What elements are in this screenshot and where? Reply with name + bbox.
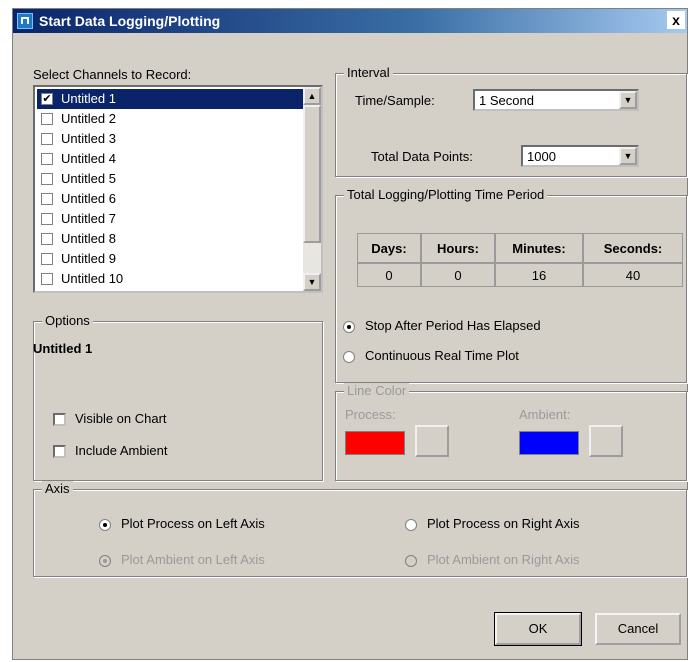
days-header: Days:	[357, 233, 421, 263]
channel-list-item[interactable]: Untitled 4	[37, 149, 303, 169]
include-ambient-checkbox[interactable]	[53, 445, 66, 458]
selected-channel-name: Untitled 1	[33, 341, 93, 356]
interval-title: Interval	[344, 65, 393, 80]
channel-list-item[interactable]: Untitled 9	[37, 249, 303, 269]
time-sample-select[interactable]: 1 Second ▼	[473, 89, 639, 111]
channels-scrollbar[interactable]: ▲ ▼	[303, 87, 321, 291]
total-points-label: Total Data Points:	[371, 149, 473, 164]
channels-listbox[interactable]: ✔ Untitled 1 Untitled 2 Untitled 3 Untitled …	[33, 85, 323, 293]
minutes-value: 16	[495, 263, 583, 287]
channel-list-item[interactable]: Untitled 7	[37, 209, 303, 229]
channel-list-item[interactable]: Untitled 3	[37, 129, 303, 149]
channel-checkbox[interactable]	[41, 193, 53, 205]
process-color-label: Process:	[345, 407, 396, 422]
ok-button[interactable]: OK	[494, 612, 582, 646]
days-value: 0	[357, 263, 421, 287]
time-period-title: Total Logging/Plotting Time Period	[344, 187, 548, 202]
channel-checkbox[interactable]	[41, 273, 53, 285]
total-points-select[interactable]: 1000 ▼	[521, 145, 639, 167]
ambient-color-picker-button[interactable]	[589, 425, 623, 457]
process-left-axis-radio[interactable]	[99, 519, 111, 531]
channel-label: Untitled 5	[61, 171, 116, 186]
hours-value: 0	[421, 263, 495, 287]
app-icon	[17, 13, 33, 29]
hours-header: Hours:	[421, 233, 495, 263]
channel-label: Untitled 6	[61, 191, 116, 206]
start-logging-dialog: Start Data Logging/Plotting x Select Cha…	[12, 8, 688, 660]
process-right-axis-radio[interactable]	[405, 519, 417, 531]
total-points-value: 1000	[527, 149, 556, 164]
channel-checkbox[interactable]: ✔	[41, 93, 53, 105]
process-color-picker-button[interactable]	[415, 425, 449, 457]
ambient-left-axis-label: Plot Ambient on Left Axis	[121, 552, 265, 567]
process-left-axis-label: Plot Process on Left Axis	[121, 516, 265, 531]
process-color-swatch	[345, 431, 405, 455]
channel-checkbox[interactable]	[41, 153, 53, 165]
title-bar: Start Data Logging/Plotting x	[13, 9, 687, 33]
scroll-down-arrow-icon[interactable]: ▼	[303, 273, 321, 291]
channel-list-item[interactable]: Untitled 2	[37, 109, 303, 129]
line-color-title: Line Color	[344, 383, 410, 398]
time-sample-value: 1 Second	[479, 93, 534, 108]
channel-label: Untitled 10	[61, 271, 124, 286]
channel-checkbox[interactable]	[41, 253, 53, 265]
channel-label: Untitled 4	[61, 151, 116, 166]
window-title: Start Data Logging/Plotting	[39, 13, 221, 29]
stop-after-period-label: Stop After Period Has Elapsed	[365, 318, 541, 333]
dropdown-arrow-icon[interactable]: ▼	[619, 147, 637, 165]
channel-list-item[interactable]: Untitled 8	[37, 229, 303, 249]
channel-checkbox[interactable]	[41, 173, 53, 185]
continuous-plot-radio[interactable]	[343, 351, 355, 363]
seconds-value: 40	[583, 263, 683, 287]
channel-label: Untitled 2	[61, 111, 116, 126]
stop-after-period-radio[interactable]	[343, 321, 355, 333]
include-ambient-label: Include Ambient	[75, 443, 168, 458]
channel-checkbox[interactable]	[41, 133, 53, 145]
ambient-right-axis-label: Plot Ambient on Right Axis	[427, 552, 580, 567]
ambient-right-axis-radio[interactable]	[405, 555, 417, 567]
channel-list-item[interactable]: Untitled 10	[37, 269, 303, 289]
channel-label: Untitled 7	[61, 211, 116, 226]
visible-on-chart-label: Visible on Chart	[75, 411, 167, 426]
channel-label: Untitled 1	[61, 91, 116, 106]
ambient-color-label: Ambient:	[519, 407, 571, 422]
channel-checkbox[interactable]	[41, 233, 53, 245]
dropdown-arrow-icon[interactable]: ▼	[619, 91, 637, 109]
ambient-color-swatch	[519, 431, 579, 455]
time-sample-label: Time/Sample:	[355, 93, 435, 108]
close-icon[interactable]: x	[667, 11, 685, 29]
channel-list-item[interactable]: Untitled 5	[37, 169, 303, 189]
channel-checkbox[interactable]	[41, 113, 53, 125]
channel-list-item[interactable]: ✔ Untitled 1	[37, 89, 303, 109]
options-title: Options	[42, 313, 93, 328]
ambient-left-axis-radio[interactable]	[99, 555, 111, 567]
channel-list-item[interactable]: Untitled 6	[37, 189, 303, 209]
channel-label: Untitled 3	[61, 131, 116, 146]
channel-checkbox[interactable]	[41, 213, 53, 225]
seconds-header: Seconds:	[583, 233, 683, 263]
scroll-up-arrow-icon[interactable]: ▲	[303, 87, 321, 105]
channel-label: Untitled 8	[61, 231, 116, 246]
process-right-axis-label: Plot Process on Right Axis	[427, 516, 580, 531]
channel-label: Untitled 9	[61, 251, 116, 266]
visible-on-chart-checkbox[interactable]	[53, 413, 66, 426]
minutes-header: Minutes:	[495, 233, 583, 263]
channels-label: Select Channels to Record:	[33, 67, 192, 82]
scroll-thumb[interactable]	[303, 105, 321, 243]
continuous-plot-label: Continuous Real Time Plot	[365, 348, 519, 363]
axis-title: Axis	[42, 481, 73, 496]
time-period-table: Days: Hours: Minutes: Seconds: 0 0 16 40	[357, 233, 685, 289]
cancel-button[interactable]: Cancel	[595, 613, 681, 645]
